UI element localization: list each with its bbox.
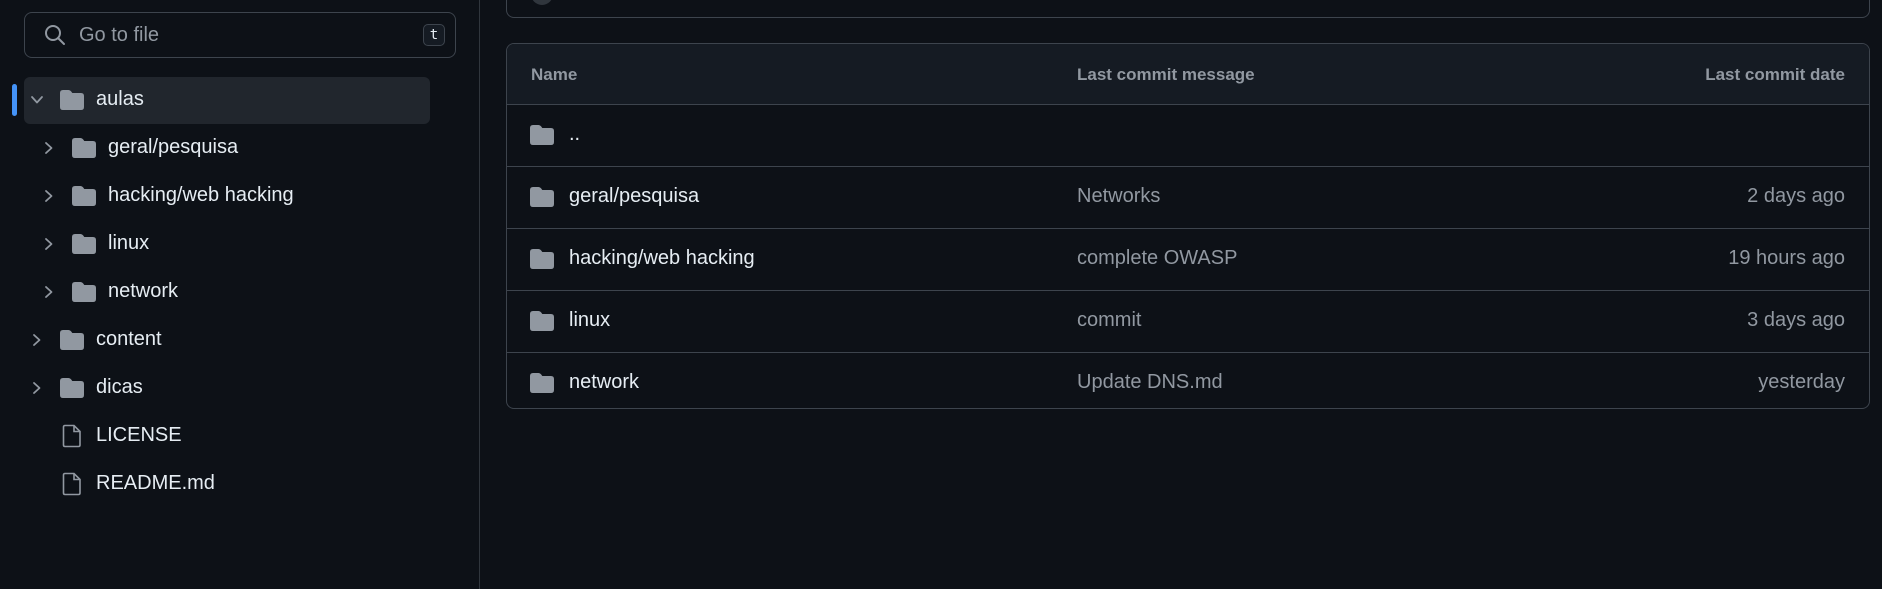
folder-icon xyxy=(529,372,555,394)
tree-item-content[interactable]: content xyxy=(0,316,480,364)
chevron-right-icon[interactable] xyxy=(41,140,57,156)
search-placeholder: Go to file xyxy=(79,23,160,46)
tree-item-readme-md[interactable]: README.md xyxy=(0,460,480,508)
folder-icon xyxy=(71,281,97,303)
tree-item-label: geral/pesquisa xyxy=(108,136,239,158)
folder-icon xyxy=(59,89,85,111)
row-commit-message-link[interactable]: complete OWASP xyxy=(1077,247,1237,270)
file-icon xyxy=(59,424,85,448)
row-commit-date: 3 days ago xyxy=(1747,309,1845,331)
tree-item-label: aulas xyxy=(96,88,144,110)
table-header: Name Last commit message Last commit dat… xyxy=(507,44,1869,105)
tree-item-license[interactable]: LICENSE xyxy=(0,412,480,460)
latest-commit-card xyxy=(506,0,1870,18)
table-row[interactable]: hacking/web hacking complete OWASP 19 hour… xyxy=(507,229,1869,291)
tree-item-label: network xyxy=(108,280,179,302)
tree-item-label: hacking/web hacking xyxy=(108,184,294,206)
avatar xyxy=(531,0,553,5)
tree-item-linux[interactable]: linux xyxy=(0,220,480,268)
folder-icon xyxy=(529,124,555,146)
chevron-right-icon[interactable] xyxy=(29,380,45,396)
folder-icon xyxy=(59,377,85,399)
file-tree-sidebar: Go to file t aulas geral/pesquisa hacking/… xyxy=(0,0,480,589)
chevron-right-icon[interactable] xyxy=(41,188,57,204)
table-row[interactable]: .. xyxy=(507,105,1869,167)
folder-icon xyxy=(529,186,555,208)
folder-icon xyxy=(71,185,97,207)
row-name-link[interactable]: network xyxy=(569,371,639,394)
shortcut-key-badge: t xyxy=(423,24,445,46)
tree-item-network[interactable]: network xyxy=(0,268,480,316)
header-name: Name xyxy=(531,65,578,84)
tree-item-label: README.md xyxy=(96,472,215,494)
parent-directory-link[interactable]: .. xyxy=(569,123,580,146)
search-icon xyxy=(43,23,67,47)
tree-item-label: dicas xyxy=(96,376,143,398)
folder-icon xyxy=(59,329,85,351)
chevron-right-icon[interactable] xyxy=(41,236,57,252)
folder-icon xyxy=(71,233,97,255)
table-body: .. geral/pesquisa Networks 2 days ago hackin… xyxy=(507,105,1869,408)
table-row[interactable]: linux commit 3 days ago xyxy=(507,291,1869,353)
chevron-down-icon[interactable] xyxy=(29,92,45,108)
tree-item-label: LICENSE xyxy=(96,424,182,446)
tree-item-label: linux xyxy=(108,232,150,254)
tree-item-geral-pesquisa[interactable]: geral/pesquisa xyxy=(0,124,480,172)
header-last-commit-message: Last commit message xyxy=(1077,65,1255,84)
file-tree: aulas geral/pesquisa hacking/web hacking li… xyxy=(0,76,480,508)
file-icon xyxy=(59,472,85,496)
chevron-right-icon[interactable] xyxy=(29,332,45,348)
row-name-link[interactable]: hacking/web hacking xyxy=(569,247,755,270)
row-name-link[interactable]: geral/pesquisa xyxy=(569,185,699,208)
folder-icon xyxy=(529,248,555,270)
row-commit-date: 2 days ago xyxy=(1747,185,1845,207)
selected-indicator xyxy=(12,84,17,116)
chevron-right-icon[interactable] xyxy=(41,284,57,300)
row-name-link[interactable]: linux xyxy=(569,309,610,332)
folder-icon xyxy=(71,137,97,159)
tree-item-hacking-web-hacking[interactable]: hacking/web hacking xyxy=(0,172,480,220)
header-last-commit-date: Last commit date xyxy=(1705,65,1845,84)
table-row[interactable]: geral/pesquisa Networks 2 days ago xyxy=(507,167,1869,229)
folder-icon xyxy=(529,310,555,332)
table-row[interactable]: network Update DNS.md yesterday xyxy=(507,353,1869,408)
tree-item-label: content xyxy=(96,328,162,350)
tree-item-aulas[interactable]: aulas xyxy=(0,76,480,124)
directory-listing-table: Name Last commit message Last commit dat… xyxy=(506,43,1870,409)
go-to-file-search[interactable]: Go to file t xyxy=(24,12,456,58)
row-commit-message-link[interactable]: commit xyxy=(1077,309,1141,332)
row-commit-date: yesterday xyxy=(1758,371,1845,393)
row-commit-date: 19 hours ago xyxy=(1728,247,1845,269)
row-commit-message-link[interactable]: Networks xyxy=(1077,185,1160,208)
row-commit-message-link[interactable]: Update DNS.md xyxy=(1077,371,1223,394)
tree-item-dicas[interactable]: dicas xyxy=(0,364,480,412)
